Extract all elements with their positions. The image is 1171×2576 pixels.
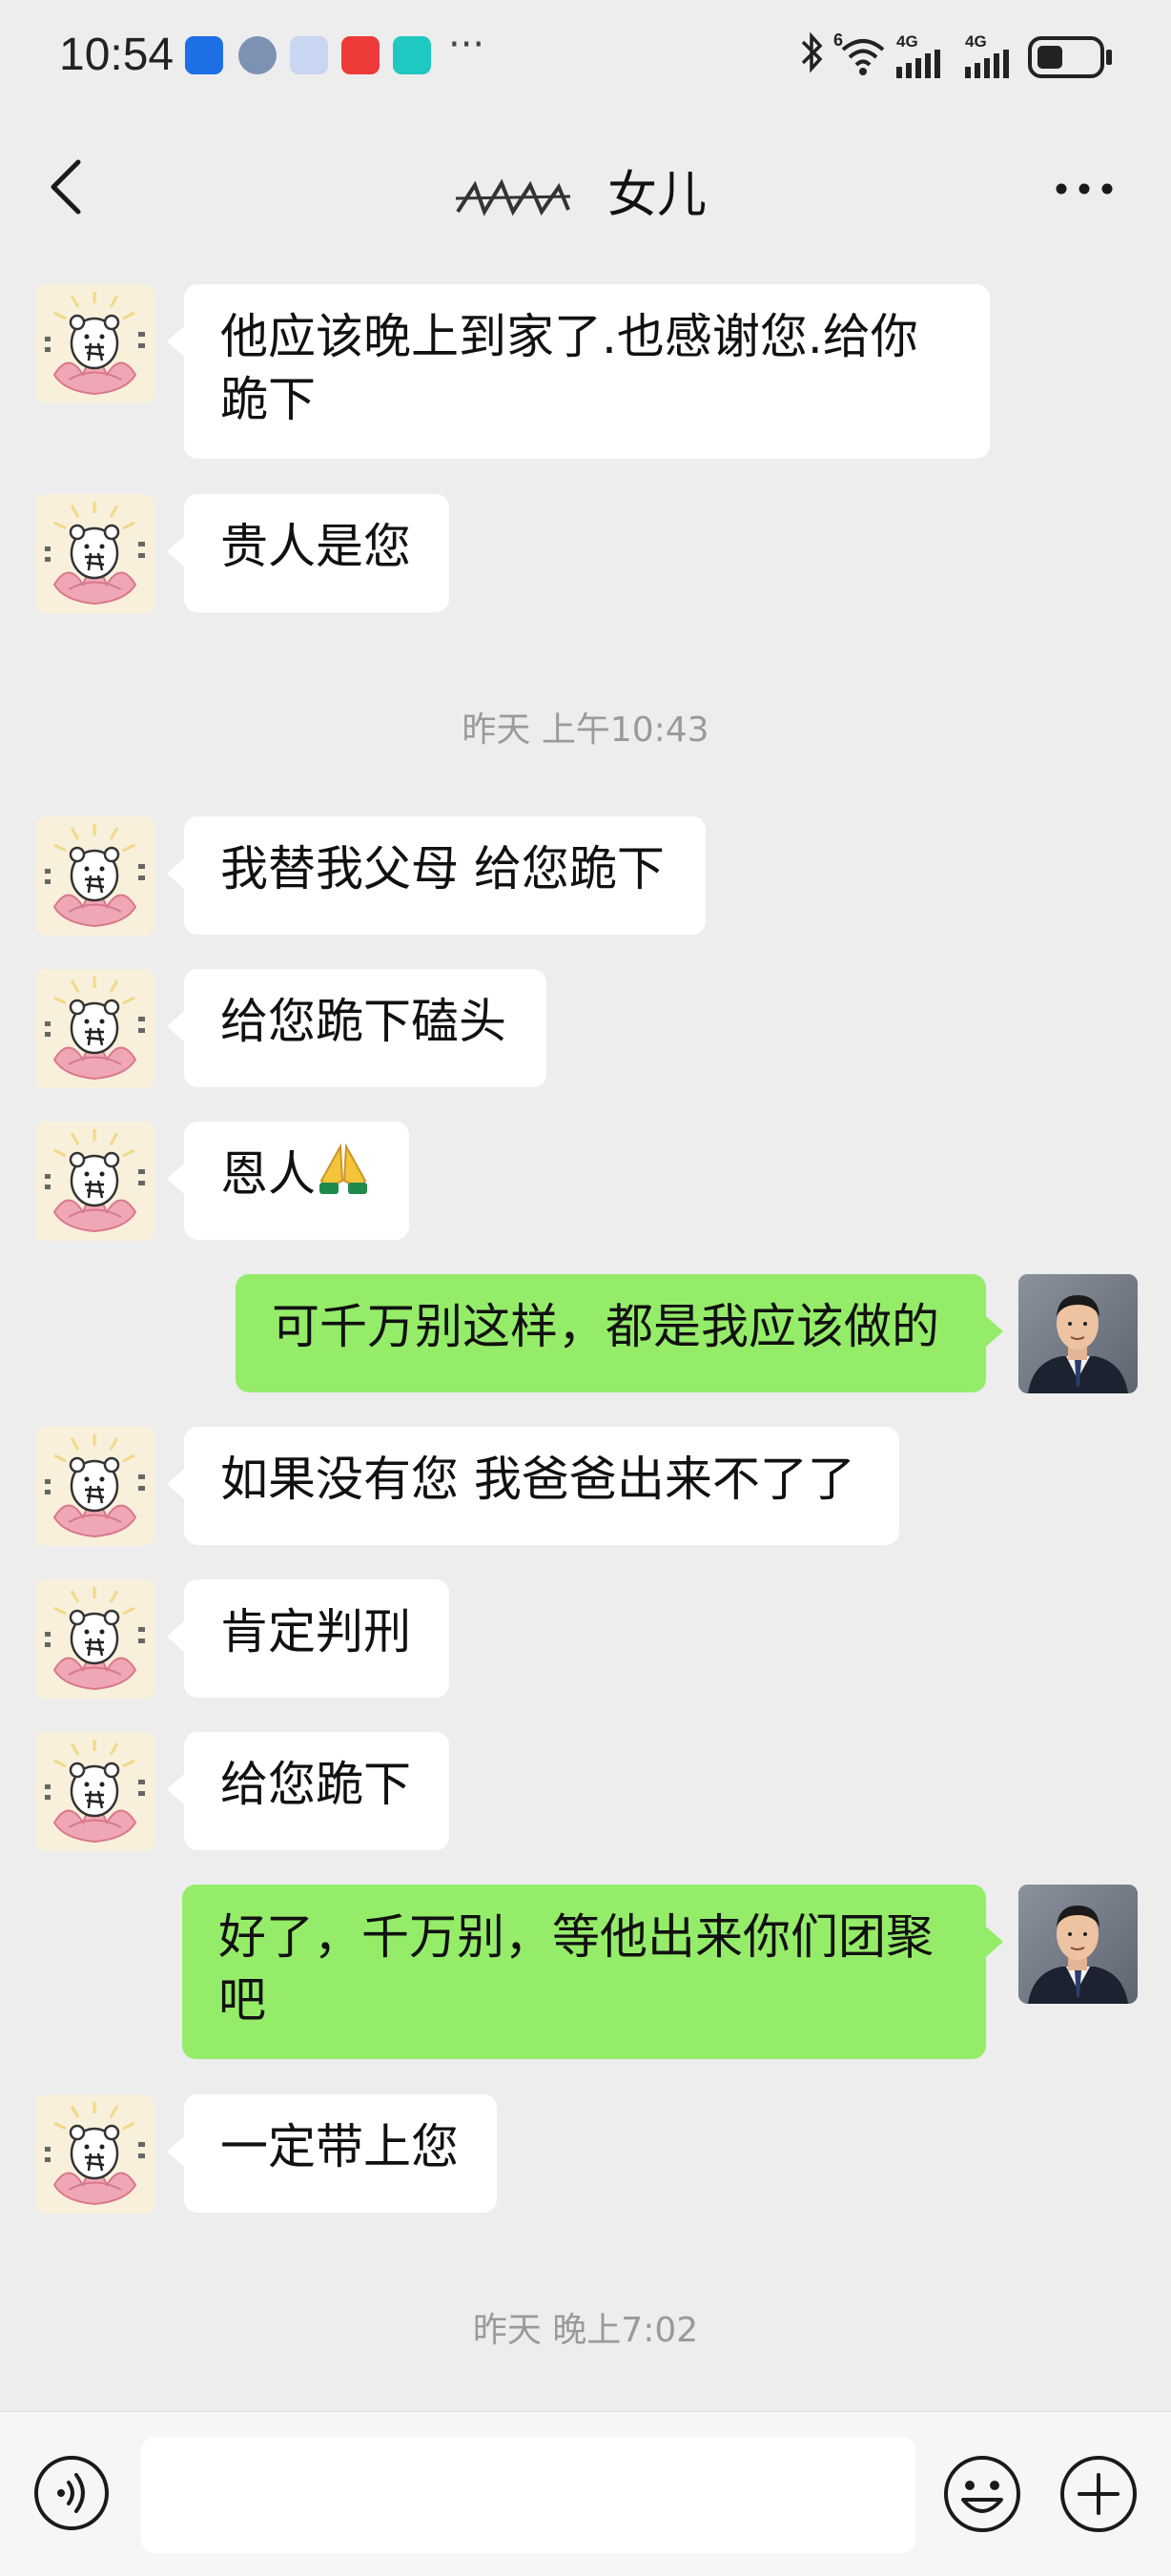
- network-type-label: 4G: [965, 32, 987, 51]
- more-dots-icon: [1056, 183, 1113, 195]
- contact-avatar[interactable]: [35, 2094, 154, 2214]
- contact-avatar[interactable]: [35, 1427, 154, 1546]
- timestamp: 昨天 上午10:43: [462, 711, 709, 750]
- message-text: 给您跪下: [220, 1757, 411, 1812]
- signal-icon: [896, 50, 940, 78]
- my-avatar[interactable]: [1018, 1885, 1138, 2004]
- signal-icon: [965, 50, 1009, 78]
- message-input[interactable]: [141, 2437, 915, 2553]
- more-notifications-indicator: ···: [448, 23, 485, 67]
- more-options-button[interactable]: [1054, 181, 1115, 196]
- message-bubble-received[interactable]: 一定带上您: [167, 2094, 497, 2213]
- message-text: 给您跪下磕头: [220, 994, 506, 1049]
- message-bubble-received[interactable]: 给您跪下: [167, 1732, 449, 1850]
- status-bar: 10:54 ··· 6 4G 4G: [0, 0, 1171, 114]
- network-type-label: 4G: [896, 32, 918, 51]
- folded-hands-icon: [319, 1143, 367, 1194]
- message-text: 好了，千万别，等他出来你们团聚吧: [218, 1909, 934, 2028]
- message-bubble-received[interactable]: 我替我父母 给您跪下: [167, 816, 706, 935]
- message-text: 可千万别这样，都是我应该做的: [272, 1299, 939, 1354]
- contact-avatar[interactable]: [35, 816, 154, 936]
- contact-avatar[interactable]: [35, 969, 154, 1088]
- input-bar: [0, 2411, 1171, 2576]
- app-notification-icon: [393, 36, 431, 74]
- contact-avatar[interactable]: [35, 1732, 154, 1851]
- timestamp: 昨天 晚上7:02: [472, 2311, 699, 2350]
- more-functions-button[interactable]: [1058, 2454, 1139, 2534]
- voice-button[interactable]: [32, 2454, 111, 2532]
- message-bubble-received[interactable]: 恩人: [167, 1122, 409, 1240]
- redacted-name-scribble: [456, 178, 571, 216]
- chat-title-text: 女儿: [606, 167, 707, 224]
- voice-icon: [34, 2456, 109, 2530]
- bluetooth-icon: [801, 31, 823, 73]
- message-bubble-received[interactable]: 贵人是您: [167, 494, 449, 612]
- message-text: 如果没有您 我爸爸出来不了了: [220, 1452, 855, 1507]
- emoji-button[interactable]: [942, 2454, 1022, 2534]
- wifi-icon: [841, 39, 885, 75]
- app-notification-icon: [185, 36, 223, 74]
- message-bubble-received[interactable]: 如果没有您 我爸爸出来不了了: [167, 1427, 899, 1545]
- message-text: 肯定判刑: [220, 1604, 411, 1659]
- message-bubble-sent[interactable]: 好了，千万别，等他出来你们团聚吧: [182, 1885, 1003, 2059]
- message-text: 我替我父母 给您跪下: [220, 841, 665, 896]
- contact-avatar[interactable]: [35, 1122, 154, 1241]
- contact-avatar[interactable]: [35, 1579, 154, 1699]
- status-time: 10:54: [59, 30, 175, 80]
- app-notification-icon: [341, 36, 380, 74]
- app-notification-icon: [290, 36, 328, 74]
- message-bubble-received[interactable]: 给您跪下磕头: [167, 969, 546, 1087]
- message-text: 一定带上您: [220, 2119, 459, 2174]
- chat-header: 女儿: [0, 114, 1171, 258]
- message-text: 恩人: [220, 1146, 316, 1202]
- app-notification-icon: [238, 36, 277, 74]
- message-text: 贵人是您: [220, 519, 411, 574]
- my-avatar[interactable]: [1018, 1274, 1138, 1393]
- message-bubble-received[interactable]: 他应该晚上到家了.也感谢您.给你跪下: [167, 284, 990, 459]
- plus-icon: [1060, 2456, 1137, 2532]
- contact-avatar[interactable]: [35, 284, 154, 403]
- contact-avatar[interactable]: [35, 494, 154, 613]
- emoji-icon: [944, 2456, 1020, 2532]
- message-bubble-received[interactable]: 肯定判刑: [167, 1579, 449, 1698]
- message-text: 他应该晚上到家了.也感谢您.给你跪下: [220, 309, 918, 427]
- battery-icon: [1028, 36, 1112, 78]
- message-bubble-sent[interactable]: 可千万别这样，都是我应该做的: [236, 1274, 1003, 1392]
